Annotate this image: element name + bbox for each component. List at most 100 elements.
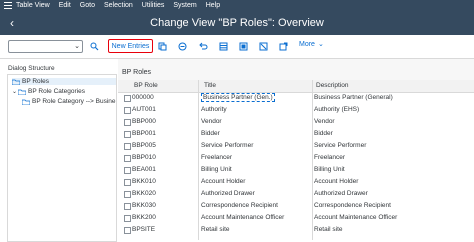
undo-icon[interactable] [199,40,208,52]
bp-role-cell: BPSITE [132,226,156,233]
menu-list-icon[interactable] [3,1,13,10]
chevron-down-icon[interactable]: ⌄ [12,88,17,95]
dialog-structure-panel: Dialog Structure BP Roles ⌄ BP Role Cate… [0,59,119,242]
bp-role-cell: BKK020 [132,190,156,197]
menu-help[interactable]: Help [206,0,220,11]
title-cell[interactable]: Business Partner (Gen.) [201,93,275,102]
tree-item-label: BP Role Category --> Busine [32,98,116,105]
column-header-bp-role[interactable]: BP Role [134,82,158,89]
bp-role-cell: AUT001 [132,106,156,113]
copy-icon[interactable] [158,40,167,52]
title-cell[interactable]: Correspondence Recipient [201,202,278,209]
tree-item-bp-roles[interactable]: BP Roles [12,78,116,85]
title-bar: ‹ Change View "BP Roles": Overview [0,11,474,35]
dialog-structure-tree: BP Roles ⌄ BP Role Categories BP Role Ca… [7,74,117,242]
title-cell[interactable]: Retail site [201,226,230,233]
table-row[interactable]: BBP010 Freelancer Freelancer [118,153,474,163]
title-cell[interactable]: Freelancer [201,154,232,161]
description-cell: Vendor [314,118,335,125]
deselect-all-icon[interactable] [259,40,268,52]
description-cell: Authority (EHS) [314,106,360,113]
bp-roles-table: BP Role Title Description 000000 Busines… [118,80,474,240]
table-row[interactable]: BKK010 Account Holder Account Holder [118,177,474,187]
search-icon[interactable] [90,40,99,52]
page-title: Change View "BP Roles": Overview [150,17,324,29]
bp-role-cell: BBP000 [132,118,156,125]
description-cell: Account Holder [314,178,359,185]
row-select-checkbox[interactable] [124,203,131,210]
bp-role-cell: 000000 [132,94,154,101]
tree-item-label: BP Role Categories [28,88,85,95]
row-select-checkbox[interactable] [124,95,131,102]
description-cell: Correspondence Recipient [314,202,391,209]
more-button[interactable]: More ⌄ [299,40,324,49]
row-select-checkbox[interactable] [124,179,131,186]
title-cell[interactable]: Authority [201,106,227,113]
toolbar: ⌄ New Entries More ⌄ [0,35,474,59]
menu-utilities[interactable]: Utilities [142,0,165,11]
tree-item-bp-role-category-link[interactable]: BP Role Category --> Busine [22,98,116,105]
table-row[interactable]: BKK200 Account Maintenance Officer Accou… [118,213,474,223]
description-cell: Account Maintenance Officer [314,214,398,221]
table-row[interactable]: BPSITE Retail site Retail site [118,225,474,235]
row-select-checkbox[interactable] [124,107,131,114]
description-cell: Retail site [314,226,343,233]
table-row[interactable]: 000000 Business Partner (Gen.) Business … [118,93,474,103]
column-header-description[interactable]: Description [316,82,349,89]
title-cell[interactable]: Authorized Drawer [201,190,255,197]
bp-role-cell: BKK030 [132,202,156,209]
table-row[interactable]: BKK030 Correspondence Recipient Correspo… [118,201,474,211]
description-cell: Business Partner (General) [314,94,393,101]
tree-item-label: BP Roles [22,78,49,85]
export-icon[interactable] [279,40,288,52]
column-header-title[interactable]: Title [204,82,216,89]
bp-role-cell: BKK010 [132,178,156,185]
select-block-icon[interactable] [239,40,248,52]
table-row[interactable]: BEA001 Billing Unit Billing Unit [118,165,474,175]
row-select-checkbox[interactable] [124,143,131,150]
tree-item-bp-role-categories[interactable]: ⌄ BP Role Categories [12,88,85,95]
bp-role-cell: BBP005 [132,142,156,149]
description-cell: Bidder [314,130,333,137]
menu-table-view[interactable]: Table View [16,0,50,11]
bp-role-cell: BKK200 [132,214,156,221]
title-cell[interactable]: Account Holder [201,178,245,185]
table-row[interactable]: AUT001 Authority Authority (EHS) [118,105,474,115]
title-cell[interactable]: Account Maintenance Officer [201,214,284,221]
bp-role-cell: BEA001 [132,166,156,173]
select-all-icon[interactable] [219,40,228,52]
description-cell: Freelancer [314,154,346,161]
new-entries-button[interactable]: New Entries [108,39,153,53]
row-select-checkbox[interactable] [124,167,131,174]
title-cell[interactable]: Vendor [201,118,222,125]
description-cell: Billing Unit [314,166,345,173]
title-cell[interactable]: Billing Unit [201,166,232,173]
delete-icon[interactable] [178,40,187,52]
bp-roles-panel: BP Roles BP Role Title Description 00000… [118,59,474,240]
chevron-down-icon: ⌄ [317,41,324,48]
menu-edit[interactable]: Edit [59,0,71,11]
more-label: More [299,40,315,48]
folder-icon [12,79,20,85]
title-cell[interactable]: Bidder [201,130,220,137]
command-field[interactable]: ⌄ [8,40,83,53]
menu-bar: Table View Edit Goto Selection Utilities… [0,0,474,11]
row-select-checkbox[interactable] [124,119,131,126]
chevron-down-icon[interactable]: ⌄ [74,42,80,50]
table-row[interactable]: BKK020 Authorized Drawer Authorized Draw… [118,189,474,199]
title-cell[interactable]: Service Performer [201,142,253,149]
row-select-checkbox[interactable] [124,131,131,138]
table-header: BP Role Title Description [118,80,474,93]
row-select-checkbox[interactable] [124,215,131,222]
menu-goto[interactable]: Goto [80,0,95,11]
menu-system[interactable]: System [173,0,196,11]
menu-selection[interactable]: Selection [104,0,133,11]
table-row[interactable]: BBP001 Bidder Bidder [118,129,474,139]
row-select-checkbox[interactable] [124,191,131,198]
dialog-structure-title: Dialog Structure [8,65,55,72]
row-select-checkbox[interactable] [124,227,131,234]
table-row[interactable]: BBP005 Service Performer Service Perform… [118,141,474,151]
bp-role-cell: BBP001 [132,130,156,137]
table-row[interactable]: BBP000 Vendor Vendor [118,117,474,127]
row-select-checkbox[interactable] [124,155,131,162]
